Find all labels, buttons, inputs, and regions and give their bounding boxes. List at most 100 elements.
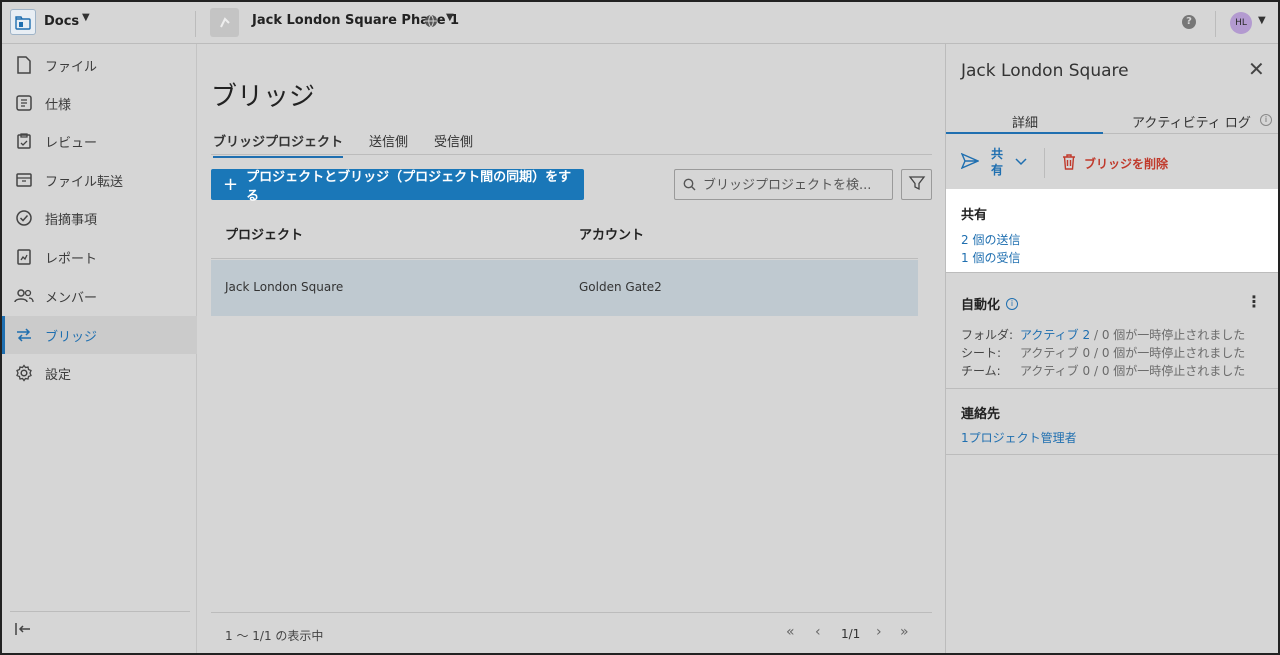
automation-active: アクティブ 0: [1020, 364, 1091, 378]
help-icon[interactable]: ?: [1182, 15, 1196, 29]
sidebar-item-label: レポート: [45, 251, 98, 267]
app-switcher-label[interactable]: Docs: [44, 14, 79, 29]
divider: [1215, 11, 1216, 37]
sidebar-item-members[interactable]: メンバー: [2, 277, 197, 315]
sidebar-item-label: ファイル: [45, 59, 98, 75]
panel-title: Jack London Square: [961, 61, 1129, 81]
add-bridge-button-label: プロジェクトとブリッジ（プロジェクト間の同期）をする: [246, 169, 572, 204]
sidebar-item-bridge[interactable]: ブリッジ: [2, 316, 197, 354]
column-header-project[interactable]: プロジェクト: [225, 224, 303, 243]
search-input[interactable]: [703, 175, 888, 195]
automation-key: シート:: [961, 346, 1002, 360]
add-bridge-button[interactable]: + プロジェクトとブリッジ（プロジェクト間の同期）をする: [211, 169, 584, 204]
sidebar-item-label: ファイル転送: [45, 174, 124, 190]
main-content: ブリッジ ブリッジプロジェクト 送信側 受信側 + プロジェクトとブリッジ（プロ…: [197, 44, 945, 653]
sidebar-item-label: ブリッジ: [45, 329, 98, 345]
tab-bar: ブリッジプロジェクト 送信側 受信側: [211, 129, 932, 158]
divider: [1044, 148, 1045, 178]
top-bar: Docs ▼ Jack London Square Phase 1 ▼ ? HL…: [2, 2, 1278, 44]
received-link[interactable]: 1 個の受信: [961, 249, 1020, 266]
spec-icon: [14, 93, 34, 113]
automation-paused: / 0 個が一時停止されました: [1093, 346, 1246, 360]
info-icon[interactable]: i: [1006, 297, 1019, 310]
avatar[interactable]: HL: [1230, 12, 1252, 34]
sidebar-item-label: 設定: [45, 367, 72, 383]
search-box[interactable]: [674, 169, 893, 200]
sidebar-item-reviews[interactable]: レビュー: [2, 122, 197, 160]
sent-link[interactable]: 2 個の送信: [961, 231, 1020, 248]
automation-active: アクティブ 0: [1020, 346, 1091, 360]
next-page-icon[interactable]: ›: [876, 624, 882, 640]
send-icon: [960, 152, 980, 172]
sidebar-item-issues[interactable]: 指摘事項: [2, 199, 197, 237]
sidebar-item-reports[interactable]: レポート: [2, 238, 197, 276]
plus-icon: +: [223, 174, 239, 195]
details-panel: Jack London Square ✕ 詳細 アクティビティ ログ i 共有 …: [945, 44, 1278, 653]
automation-active-link[interactable]: アクティブ 2: [1020, 328, 1090, 342]
app-frame: Docs ▼ Jack London Square Phase 1 ▼ ? HL…: [0, 0, 1280, 655]
column-header-account[interactable]: アカウント: [579, 224, 644, 243]
sidebar-item-label: 仕様: [45, 97, 72, 113]
more-options-icon[interactable]: ⋮: [1246, 292, 1262, 311]
sidebar: ファイル 仕様 レビュー ファイル転送 指摘事項 レポート メンバー ブリッジ: [2, 44, 197, 653]
search-icon: [683, 178, 696, 195]
collapse-sidebar-icon[interactable]: [14, 622, 32, 640]
filter-icon: [908, 174, 926, 196]
automation-row-teams: チーム: アクティブ 0 / 0 個が一時停止されました: [961, 362, 1271, 379]
panel-tab-bar: 詳細 アクティビティ ログ i: [946, 98, 1278, 134]
first-page-icon[interactable]: «: [786, 624, 795, 640]
tab-activity-log[interactable]: アクティビティ ログ: [1132, 112, 1251, 131]
cell-account: Golden Gate2: [579, 280, 662, 294]
project-admin-link[interactable]: 1プロジェクト管理者: [961, 429, 1077, 446]
sidebar-item-transmittals[interactable]: ファイル転送: [2, 161, 197, 199]
filter-button[interactable]: [901, 169, 932, 200]
share-button-label: 共有: [991, 147, 1004, 177]
sidebar-item-specs[interactable]: 仕様: [2, 84, 197, 122]
close-icon[interactable]: ✕: [1248, 59, 1265, 79]
last-page-icon[interactable]: »: [900, 624, 909, 640]
review-icon: [14, 131, 34, 151]
cell-project: Jack London Square: [225, 280, 344, 294]
chevron-down-icon[interactable]: ▼: [82, 12, 90, 23]
settings-icon: [14, 363, 34, 383]
divider: [211, 612, 932, 613]
members-icon: [14, 286, 34, 306]
pagination-summary: 1 〜 1/1 の表示中: [225, 629, 324, 643]
automation-section: 自動化 i ⋮ フォルダ: アクティブ 2 / 0 個が一時停止されました シート…: [946, 277, 1278, 389]
automation-row-sheets: シート: アクティブ 0 / 0 個が一時停止されました: [961, 344, 1271, 361]
tab-details[interactable]: 詳細: [1012, 112, 1038, 131]
bridge-icon: [14, 325, 34, 345]
tab-sending[interactable]: 送信側: [369, 131, 408, 156]
user-menu-chevron-icon[interactable]: ▼: [1258, 15, 1266, 26]
tab-bridge-projects[interactable]: ブリッジプロジェクト: [213, 131, 344, 158]
contact-heading: 連絡先: [961, 407, 1001, 422]
automation-heading: 自動化 i: [961, 294, 1019, 313]
prev-page-icon[interactable]: ‹: [815, 624, 821, 640]
project-dropdown-chevron-icon[interactable]: ▼: [446, 12, 454, 23]
report-icon: [14, 247, 34, 267]
share-section-heading: 共有: [961, 208, 988, 223]
tab-receiving[interactable]: 受信側: [434, 131, 473, 156]
project-thumbnail-icon: [210, 8, 239, 37]
share-button[interactable]: 共有: [960, 146, 1027, 178]
table-row[interactable]: Jack London Square Golden Gate2: [211, 260, 918, 316]
contact-section: 連絡先 1プロジェクト管理者: [946, 391, 1278, 455]
automation-key: チーム:: [961, 364, 1001, 378]
sidebar-item-settings[interactable]: 設定: [2, 354, 197, 392]
sidebar-item-label: メンバー: [45, 290, 98, 306]
automation-heading-label: 自動化: [961, 298, 1001, 313]
active-tab-indicator: [946, 132, 1103, 134]
automation-paused: / 0 個が一時停止されました: [1093, 364, 1246, 378]
automation-paused: / 0 個が一時停止されました: [1093, 328, 1246, 342]
issues-icon: [14, 208, 34, 228]
sidebar-item-files[interactable]: ファイル: [2, 46, 197, 84]
globe-icon: [424, 14, 438, 32]
delete-bridge-button[interactable]: ブリッジを削除: [1062, 154, 1168, 173]
sidebar-item-label: 指摘事項: [45, 212, 98, 228]
chevron-down-icon: [1015, 155, 1027, 169]
docs-logo-icon[interactable]: [10, 9, 36, 35]
file-icon: [14, 55, 34, 75]
info-icon[interactable]: i: [1260, 114, 1272, 126]
table-header: プロジェクト アカウント: [211, 219, 918, 259]
divider: [195, 11, 196, 37]
